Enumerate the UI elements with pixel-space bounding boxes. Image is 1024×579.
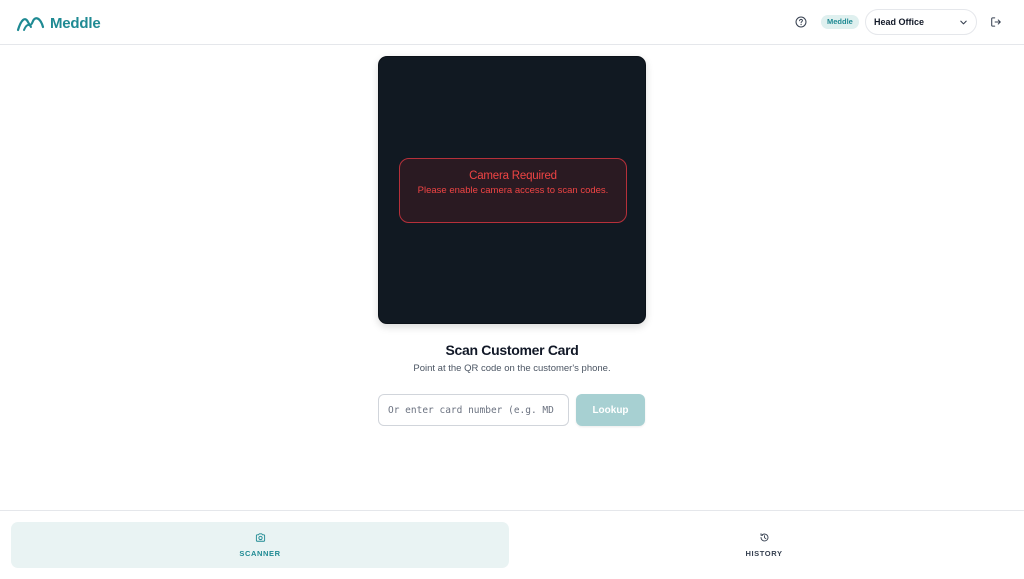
logout-button[interactable] bbox=[989, 15, 1003, 29]
camera-icon bbox=[255, 533, 265, 542]
camera-alert-message: Please enable camera access to scan code… bbox=[417, 185, 609, 196]
meddle-logo-icon bbox=[16, 17, 45, 32]
chevron-down-icon bbox=[960, 20, 967, 24]
logout-icon bbox=[991, 17, 1001, 27]
help-button[interactable] bbox=[794, 15, 808, 29]
page-title: Scan Customer Card bbox=[445, 342, 579, 358]
camera-required-alert: Camera Required Please enable camera acc… bbox=[399, 158, 627, 223]
lookup-button[interactable]: Lookup bbox=[576, 394, 645, 426]
tab-scanner[interactable]: SCANNER bbox=[11, 522, 509, 568]
bottom-nav: SCANNER HISTORY bbox=[0, 510, 1024, 579]
page-subtitle: Point at the QR code on the customer's p… bbox=[413, 363, 611, 374]
top-bar: Meddle Meddle Head Office bbox=[0, 0, 1024, 45]
help-circle-icon bbox=[795, 16, 807, 28]
tab-scanner-label: SCANNER bbox=[239, 549, 281, 558]
camera-alert-title: Camera Required bbox=[469, 170, 557, 182]
location-select-value: Head Office bbox=[874, 17, 925, 27]
tab-history-label: HISTORY bbox=[745, 549, 783, 558]
tab-history[interactable]: HISTORY bbox=[515, 522, 1013, 568]
camera-viewport: Camera Required Please enable camera acc… bbox=[378, 56, 646, 324]
location-select[interactable]: Head Office bbox=[865, 9, 977, 35]
brand-name: Meddle bbox=[50, 14, 101, 32]
organization-badge: Meddle bbox=[821, 15, 859, 29]
brand-logo[interactable]: Meddle bbox=[16, 12, 101, 34]
card-number-input[interactable] bbox=[378, 394, 569, 426]
history-icon bbox=[760, 533, 768, 542]
